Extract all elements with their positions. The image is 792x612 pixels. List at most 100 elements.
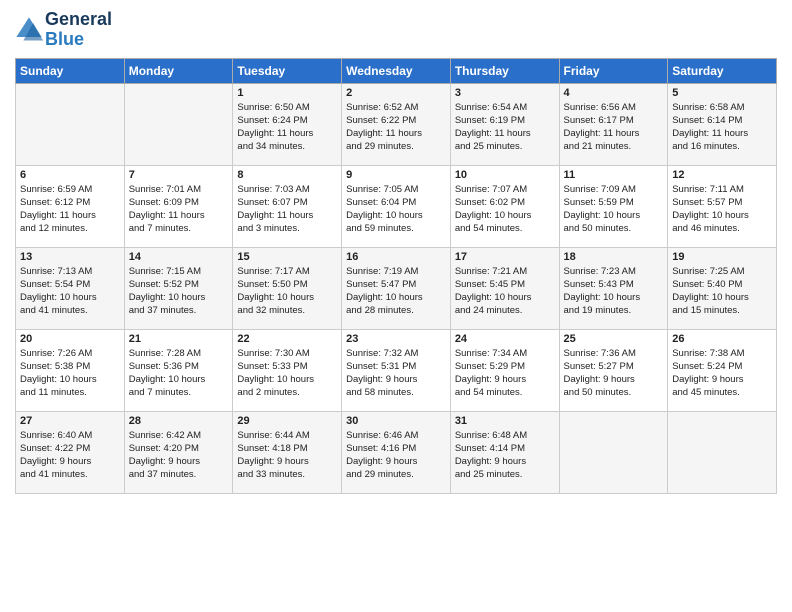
day-number: 12 [672,169,772,181]
calendar-cell: 26 Sunrise: 7:38 AMSunset: 5:24 PMDayligh… [668,329,777,411]
weekday-header-row: SundayMondayTuesdayWednesdayThursdayFrid… [16,58,777,83]
day-number: 14 [129,251,229,263]
calendar-cell: 12Sunrise: 7:11 AMSunset: 5:57 PMDayligh… [668,165,777,247]
day-info: Sunrise: 7:13 AMSunset: 5:54 PMDaylight:… [20,265,120,318]
day-number: 27 [20,415,120,427]
day-info: Sunrise: 7:23 AMSunset: 5:43 PMDaylight:… [564,265,664,318]
logo-text-general: General [45,10,112,30]
day-info: Sunrise: 6:58 AMSunset: 6:14 PMDaylight:… [672,101,772,154]
day-number: 26 [672,333,772,345]
calendar-cell: 25Sunrise: 7:36 AMSunset: 5:27 PMDayligh… [559,329,668,411]
week-row-5: 27Sunrise: 6:40 AMSunset: 4:22 PMDayligh… [16,411,777,493]
day-number: 5 [672,87,772,99]
calendar-cell: 22 Sunrise: 7:30 AMSunset: 5:33 PMDayligh… [233,329,342,411]
day-info: Sunrise: 6:59 AMSunset: 6:12 PMDaylight:… [20,183,120,236]
weekday-tuesday: Tuesday [233,58,342,83]
day-number: 8 [237,169,337,181]
day-number: 24 [455,333,555,345]
day-info: Sunrise: 6:44 AMSunset: 4:18 PMDaylight:… [237,429,337,482]
logo-icon [15,16,43,44]
day-number: 9 [346,169,446,181]
day-number: 11 [564,169,664,181]
day-info: Sunrise: 7:05 AMSunset: 6:04 PMDaylight:… [346,183,446,236]
day-number: 1 [237,87,337,99]
week-row-4: 20 Sunrise: 7:26 AMSunset: 5:38 PMDayligh… [16,329,777,411]
day-number: 10 [455,169,555,181]
day-info: Sunrise: 7:36 AMSunset: 5:27 PMDaylight:… [564,347,664,400]
logo-text-blue: Blue [45,30,112,50]
week-row-3: 13 Sunrise: 7:13 AMSunset: 5:54 PMDayligh… [16,247,777,329]
calendar-cell: 30 Sunrise: 6:46 AMSunset: 4:16 PMDayligh… [342,411,451,493]
calendar-cell: 20 Sunrise: 7:26 AMSunset: 5:38 PMDayligh… [16,329,125,411]
calendar-cell: 28Sunrise: 6:42 AMSunset: 4:20 PMDayligh… [124,411,233,493]
day-number: 28 [129,415,229,427]
weekday-sunday: Sunday [16,58,125,83]
calendar-cell [559,411,668,493]
day-number: 31 [455,415,555,427]
day-number: 7 [129,169,229,181]
calendar-cell: 10 Sunrise: 7:07 AMSunset: 6:02 PMDayligh… [450,165,559,247]
day-number: 18 [564,251,664,263]
week-row-2: 6 Sunrise: 6:59 AMSunset: 6:12 PMDaylight… [16,165,777,247]
day-number: 13 [20,251,120,263]
day-number: 6 [20,169,120,181]
calendar-cell: 1 Sunrise: 6:50 AMSunset: 6:24 PMDaylight… [233,83,342,165]
calendar-cell: 2 Sunrise: 6:52 AMSunset: 6:22 PMDaylight… [342,83,451,165]
weekday-monday: Monday [124,58,233,83]
weekday-thursday: Thursday [450,58,559,83]
calendar-cell [124,83,233,165]
calendar-cell: 29 Sunrise: 6:44 AMSunset: 4:18 PMDayligh… [233,411,342,493]
day-info: Sunrise: 7:09 AMSunset: 5:59 PMDaylight:… [564,183,664,236]
day-number: 17 [455,251,555,263]
calendar-cell: 6 Sunrise: 6:59 AMSunset: 6:12 PMDaylight… [16,165,125,247]
calendar-cell: 8 Sunrise: 7:03 AMSunset: 6:07 PMDaylight… [233,165,342,247]
day-number: 19 [672,251,772,263]
day-number: 23 [346,333,446,345]
day-info: Sunrise: 7:32 AMSunset: 5:31 PMDaylight:… [346,347,446,400]
day-info: Sunrise: 7:03 AMSunset: 6:07 PMDaylight:… [237,183,337,236]
day-info: Sunrise: 7:30 AMSunset: 5:33 PMDaylight:… [237,347,337,400]
day-info: Sunrise: 7:26 AMSunset: 5:38 PMDaylight:… [20,347,120,400]
day-number: 22 [237,333,337,345]
day-number: 20 [20,333,120,345]
calendar-cell: 31Sunrise: 6:48 AMSunset: 4:14 PMDayligh… [450,411,559,493]
day-info: Sunrise: 6:56 AMSunset: 6:17 PMDaylight:… [564,101,664,154]
calendar-cell: 4 Sunrise: 6:56 AMSunset: 6:17 PMDaylight… [559,83,668,165]
day-number: 15 [237,251,337,263]
day-number: 16 [346,251,446,263]
calendar-cell: 17 Sunrise: 7:21 AMSunset: 5:45 PMDayligh… [450,247,559,329]
day-info: Sunrise: 7:07 AMSunset: 6:02 PMDaylight:… [455,183,555,236]
weekday-wednesday: Wednesday [342,58,451,83]
calendar-cell: 16 Sunrise: 7:19 AMSunset: 5:47 PMDayligh… [342,247,451,329]
day-info: Sunrise: 7:17 AMSunset: 5:50 PMDaylight:… [237,265,337,318]
calendar-cell: 21Sunrise: 7:28 AMSunset: 5:36 PMDayligh… [124,329,233,411]
logo: General Blue [15,10,112,50]
day-info: Sunrise: 7:21 AMSunset: 5:45 PMDaylight:… [455,265,555,318]
day-info: Sunrise: 6:46 AMSunset: 4:16 PMDaylight:… [346,429,446,482]
day-number: 29 [237,415,337,427]
logo-general: General [45,9,112,29]
day-number: 30 [346,415,446,427]
day-info: Sunrise: 6:54 AMSunset: 6:19 PMDaylight:… [455,101,555,154]
calendar-cell: 19 Sunrise: 7:25 AMSunset: 5:40 PMDayligh… [668,247,777,329]
day-info: Sunrise: 7:25 AMSunset: 5:40 PMDaylight:… [672,265,772,318]
header: General Blue [15,10,777,50]
calendar-cell: 9 Sunrise: 7:05 AMSunset: 6:04 PMDaylight… [342,165,451,247]
day-info: Sunrise: 7:19 AMSunset: 5:47 PMDaylight:… [346,265,446,318]
week-row-1: 1 Sunrise: 6:50 AMSunset: 6:24 PMDaylight… [16,83,777,165]
calendar-cell: 23 Sunrise: 7:32 AMSunset: 5:31 PMDayligh… [342,329,451,411]
calendar-cell: 14Sunrise: 7:15 AMSunset: 5:52 PMDayligh… [124,247,233,329]
calendar-cell: 24 Sunrise: 7:34 AMSunset: 5:29 PMDayligh… [450,329,559,411]
day-info: Sunrise: 6:52 AMSunset: 6:22 PMDaylight:… [346,101,446,154]
day-number: 4 [564,87,664,99]
calendar-table: SundayMondayTuesdayWednesdayThursdayFrid… [15,58,777,494]
weekday-friday: Friday [559,58,668,83]
day-number: 2 [346,87,446,99]
calendar-cell [668,411,777,493]
day-info: Sunrise: 6:50 AMSunset: 6:24 PMDaylight:… [237,101,337,154]
day-info: Sunrise: 7:34 AMSunset: 5:29 PMDaylight:… [455,347,555,400]
day-info: Sunrise: 7:38 AMSunset: 5:24 PMDaylight:… [672,347,772,400]
calendar-cell: 18 Sunrise: 7:23 AMSunset: 5:43 PMDayligh… [559,247,668,329]
calendar-cell: 5 Sunrise: 6:58 AMSunset: 6:14 PMDaylight… [668,83,777,165]
day-number: 21 [129,333,229,345]
